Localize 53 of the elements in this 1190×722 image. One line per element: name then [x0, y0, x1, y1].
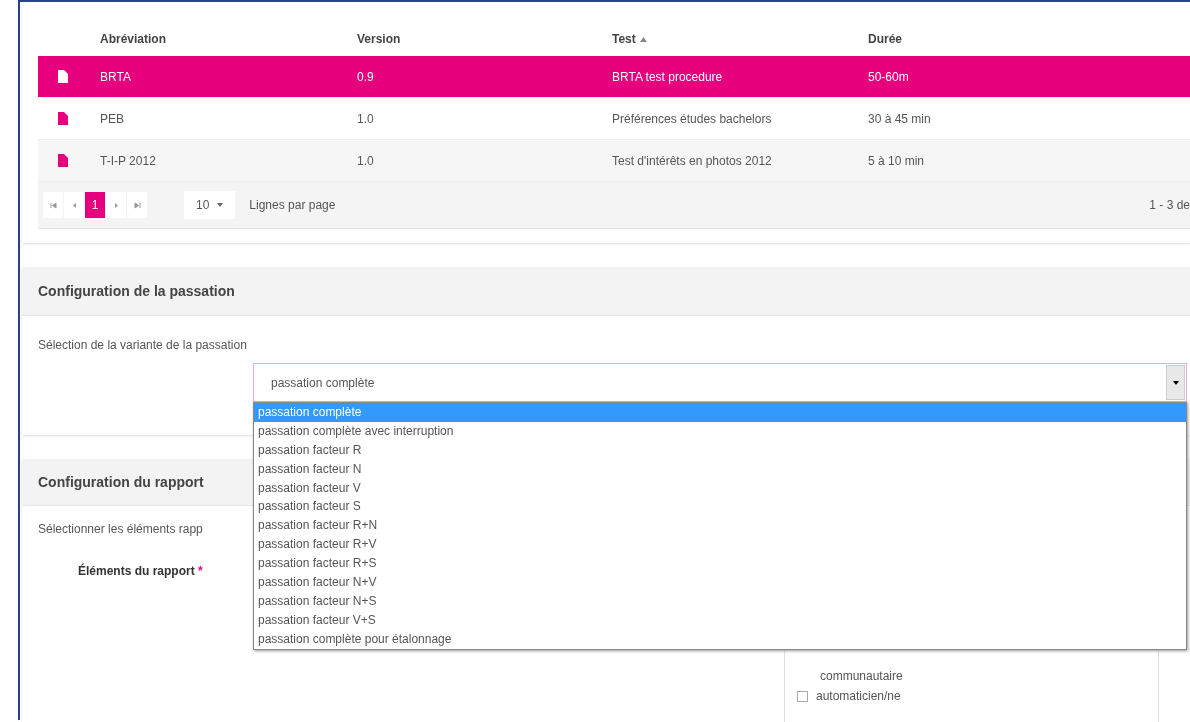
table-cell-text: Test d'intérêts en photos 2012 — [612, 153, 773, 168]
dropdown-option[interactable]: passation facteur R — [254, 440, 1186, 460]
table-cell-text: Préférences études bachelors — [612, 111, 773, 126]
pager-button[interactable] — [43, 192, 63, 218]
required-asterisk: * — [198, 564, 203, 578]
table-row[interactable]: T-I-P 2012 1.0 Test d'intérêts en photos 2012 5 à 10 min — [38, 140, 1190, 182]
select-value: passation complète — [270, 375, 375, 390]
dropdown-option[interactable]: passation facteur N+V — [254, 573, 1186, 592]
section-header: Configuration de la passation — [22, 267, 1190, 316]
page-size-dropdown[interactable]: 10 — [184, 191, 236, 219]
table-cell-text: 1.0 — [357, 111, 375, 126]
checkbox-label: communautaire — [820, 669, 903, 683]
caret-icon[interactable] — [1172, 380, 1179, 385]
table-cell-text: BRTA — [100, 69, 132, 84]
file-icon — [58, 70, 68, 83]
column-header[interactable]: Test — [612, 32, 636, 46]
pager-button[interactable] — [127, 192, 147, 218]
field-label: Sélection de la variante de la passation — [38, 338, 247, 352]
instruction-text: Sélectionner les éléments rapp — [38, 522, 203, 536]
table-cell-text: PEB — [100, 111, 125, 126]
caret-icon — [217, 203, 224, 207]
dropdown-option[interactable]: passation complète avec interruption — [254, 421, 1186, 441]
dropdown-option[interactable]: passation facteur N — [254, 459, 1186, 479]
file-icon — [58, 112, 68, 125]
last-page-icon — [133, 201, 141, 209]
table-cell-text: 1.0 — [357, 153, 375, 168]
page-button[interactable]: 1 — [85, 192, 105, 218]
column-header[interactable]: Version — [357, 32, 401, 46]
file-icon — [58, 154, 68, 167]
table-cell-text: T-I-P 2012 — [100, 153, 157, 168]
field-label: Éléments du rapport — [78, 564, 195, 578]
table-cell-text: 5 à 10 min — [868, 153, 926, 168]
table-cell-text: 50-60m — [868, 69, 910, 84]
table-cell-text: 0.9 — [357, 69, 375, 84]
dropdown-option[interactable]: passation facteur R+N — [254, 516, 1186, 536]
dropdown-option[interactable]: passation facteur R+S — [254, 554, 1186, 573]
column-header[interactable]: Durée — [868, 32, 902, 46]
table-row[interactable]: BRTA 0.9 BRTA test procedure 50-60m — [38, 56, 1190, 98]
table-cell-text: 30 à 45 min — [868, 111, 932, 126]
dropdown-option[interactable]: passation complète pour étalonnage — [254, 629, 1186, 649]
checkbox-label: automaticien/ne — [816, 689, 901, 703]
first-page-icon — [49, 201, 57, 209]
page-range: 1 - 3 de — [1149, 198, 1190, 212]
dropdown-option[interactable]: passation facteur V — [254, 478, 1186, 498]
page-size-label: Lignes par page — [249, 198, 336, 212]
next-icon — [112, 201, 120, 209]
table-cell-text: BRTA test procedure — [612, 69, 724, 84]
previous-icon — [70, 201, 78, 209]
column-header[interactable]: Abréviation — [100, 32, 166, 46]
dropdown-option[interactable]: passation facteur N+S — [254, 591, 1186, 611]
dropdown-option[interactable]: passation facteur R+V — [254, 535, 1186, 555]
checkbox[interactable] — [797, 690, 808, 702]
dropdown-option[interactable]: passation facteur V+S — [254, 610, 1186, 630]
